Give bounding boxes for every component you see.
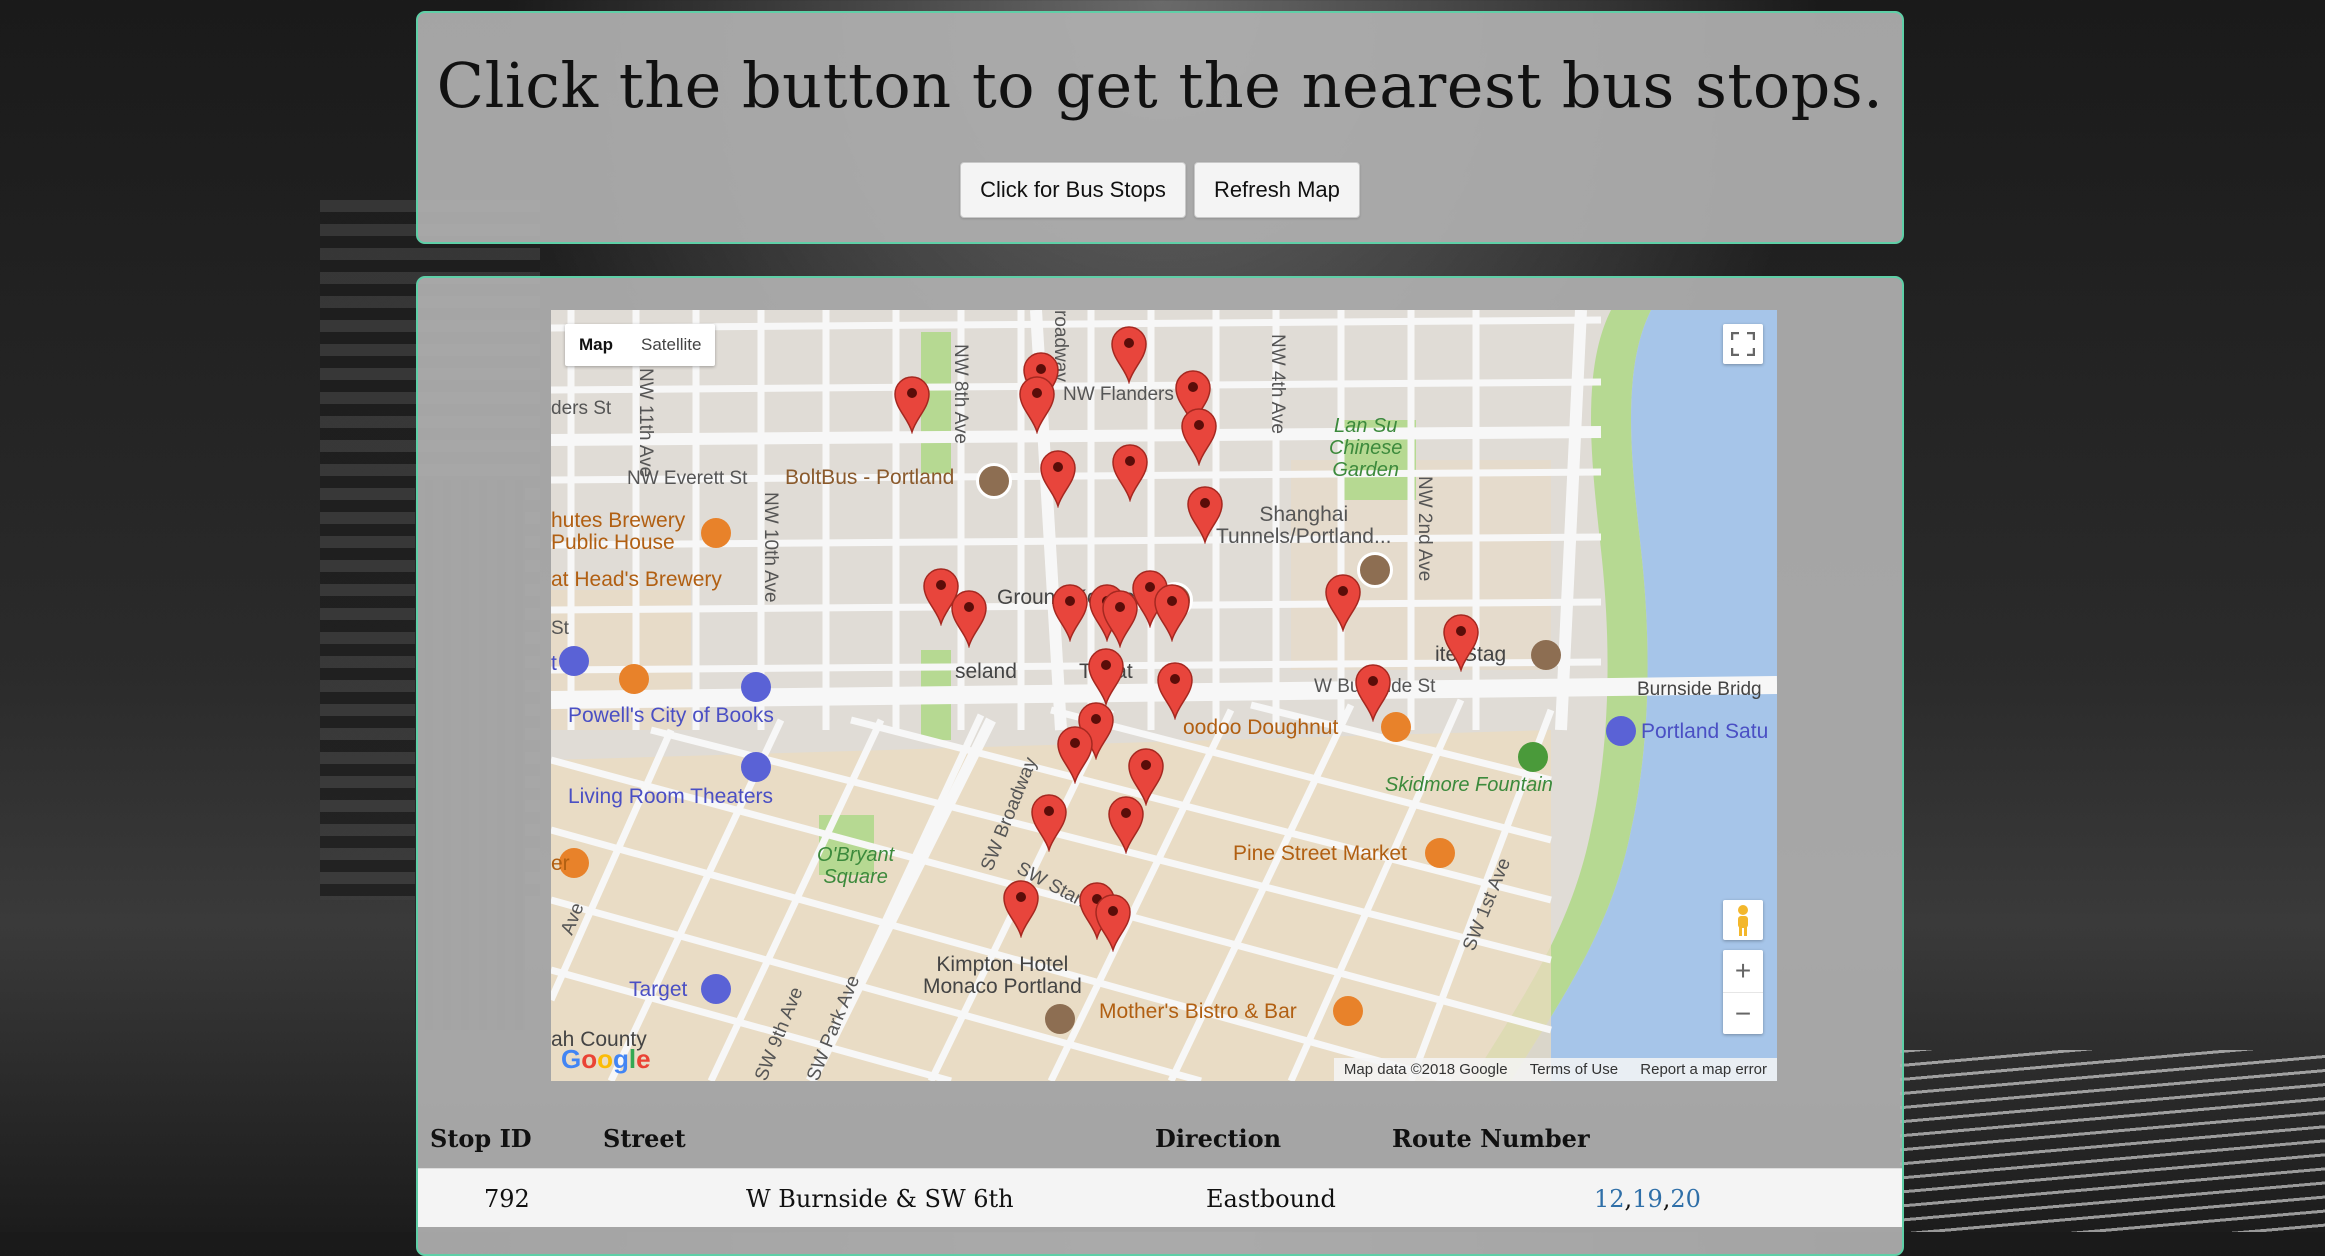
pegman-icon xyxy=(1738,905,1748,936)
place-label-shanghai[interactable]: Shanghai Tunnels/Portland... xyxy=(1216,504,1392,548)
bus-stop-marker[interactable] xyxy=(1039,448,1077,512)
cell-direction: Eastbound xyxy=(1206,1185,1336,1213)
place-label-deschutes[interactable]: hutes Brewery Public House xyxy=(551,510,685,554)
street-label: NW 2nd Ave xyxy=(1414,476,1435,582)
bus-stop-marker[interactable] xyxy=(1156,660,1194,724)
bus-stop-marker[interactable] xyxy=(1186,484,1224,548)
street-label: Burnside Bridg xyxy=(1637,679,1762,700)
map-type-satellite-button[interactable]: Satellite xyxy=(627,324,715,366)
google-logo: Google xyxy=(561,1044,651,1074)
street-label: NW 4th Ave xyxy=(1267,334,1288,434)
place-label-boltbus[interactable]: BoltBus - Portland xyxy=(785,466,954,490)
bus-stop-marker[interactable] xyxy=(1094,892,1132,956)
refresh-map-button[interactable]: Refresh Map xyxy=(1193,162,1360,218)
place-label-er: er xyxy=(551,852,570,875)
fullscreen-icon xyxy=(1731,332,1755,356)
place-label-t: t xyxy=(551,652,557,675)
restaurant-icon xyxy=(1333,996,1363,1026)
place-label-obryant[interactable]: O'Bryant Square xyxy=(817,844,894,888)
poi-icon xyxy=(1357,552,1393,588)
bus-stop-marker[interactable] xyxy=(950,588,988,652)
place-label-skidmore[interactable]: Skidmore Fountain xyxy=(1385,774,1553,797)
poi-icon xyxy=(1531,640,1561,670)
header-direction: Direction xyxy=(1155,1124,1282,1153)
bar-icon xyxy=(701,518,731,548)
poi-icon xyxy=(976,463,1012,499)
cell-routes: 12,19,20 xyxy=(1594,1185,1701,1213)
fullscreen-button[interactable] xyxy=(1723,324,1763,364)
zoom-out-button[interactable]: − xyxy=(1723,992,1763,1035)
zoom-in-button[interactable]: + xyxy=(1723,950,1763,992)
place-label-powells[interactable]: Powell's City of Books xyxy=(568,704,774,728)
button-row: Click for Bus Stops Refresh Map xyxy=(418,162,1902,218)
map-type-map-button[interactable]: Map xyxy=(565,324,627,366)
place-label-target[interactable]: Target xyxy=(629,978,687,1002)
report-error-link[interactable]: Report a map error xyxy=(1640,1061,1767,1078)
place-label-voodoo[interactable]: oodoo Doughnut xyxy=(1183,716,1338,740)
place-label-brewery[interactable]: at Head's Brewery xyxy=(551,568,722,592)
bus-stop-marker[interactable] xyxy=(1018,374,1056,438)
place-label-kimpton[interactable]: Kimpton Hotel Monaco Portland xyxy=(923,954,1082,998)
terms-link[interactable]: Terms of Use xyxy=(1530,1061,1618,1078)
page-title: Click the button to get the nearest bus … xyxy=(436,49,1884,122)
place-label-living-room[interactable]: Living Room Theaters xyxy=(568,785,773,809)
restaurant-icon xyxy=(1425,838,1455,868)
street-label: NW 8th Ave xyxy=(950,344,971,444)
bus-stop-marker[interactable] xyxy=(1324,572,1362,636)
bus-stop-marker[interactable] xyxy=(1153,582,1191,646)
street-label: St xyxy=(551,618,569,639)
place-label-pine-street[interactable]: Pine Street Market xyxy=(1233,842,1407,866)
bus-stop-marker[interactable] xyxy=(1056,724,1094,788)
background-light-trails xyxy=(1900,1050,2325,1232)
bus-stop-marker[interactable] xyxy=(893,374,931,438)
bus-stop-marker[interactable] xyxy=(1180,406,1218,470)
google-map[interactable]: ders St NW Flanders St NW Everett St St … xyxy=(551,310,1777,1081)
map-panel: ders St NW Flanders St NW Everett St St … xyxy=(416,276,1904,1256)
bus-stop-marker[interactable] xyxy=(1030,792,1068,856)
street-label: ders St xyxy=(551,398,612,419)
header-route-number: Route Number xyxy=(1392,1124,1590,1153)
shopping-icon xyxy=(1606,716,1636,746)
shopping-icon xyxy=(741,672,771,702)
hotel-icon xyxy=(1045,1004,1075,1034)
park-icon xyxy=(1518,742,1548,772)
bus-stops-button[interactable]: Click for Bus Stops xyxy=(960,162,1186,218)
theater-icon xyxy=(741,752,771,782)
cell-stop-id: 792 xyxy=(484,1185,530,1213)
shopping-icon xyxy=(701,974,731,1004)
map-attribution: Map data ©2018 Google Terms of Use Repor… xyxy=(1333,1058,1777,1081)
route-link[interactable]: 20 xyxy=(1670,1185,1701,1213)
bus-stops-table: Stop ID Street Direction Route Number 79… xyxy=(418,1114,1902,1227)
map-type-control: Map Satellite xyxy=(565,324,716,366)
bus-stop-marker[interactable] xyxy=(1002,878,1040,942)
header-street: Street xyxy=(603,1124,686,1153)
bus-stop-marker[interactable] xyxy=(1107,794,1145,858)
street-label: NW 10th Ave xyxy=(760,492,781,603)
shopping-icon xyxy=(559,646,589,676)
bus-stop-marker[interactable] xyxy=(1111,442,1149,506)
place-label-roseland[interactable]: seland xyxy=(955,660,1017,684)
street-view-pegman[interactable] xyxy=(1723,900,1763,940)
restaurant-icon xyxy=(619,664,649,694)
bus-stop-marker[interactable] xyxy=(1110,324,1148,388)
zoom-control: + − xyxy=(1723,950,1763,1034)
header-stop-id: Stop ID xyxy=(430,1124,532,1153)
bus-stop-marker[interactable] xyxy=(1442,612,1480,676)
header-panel: Click the button to get the nearest bus … xyxy=(416,11,1904,244)
bus-stop-marker[interactable] xyxy=(1354,662,1392,726)
place-label-lan-su[interactable]: Lan Su Chinese Garden xyxy=(1329,415,1402,481)
place-label-portland-saturday[interactable]: Portland Satu xyxy=(1641,720,1768,744)
table-header: Stop ID Street Direction Route Number xyxy=(418,1114,1902,1168)
street-label: NW 11th Ave xyxy=(635,368,656,478)
bus-stop-marker[interactable] xyxy=(1051,582,1089,646)
map-data-text: Map data ©2018 Google xyxy=(1343,1061,1508,1078)
route-link[interactable]: 19 xyxy=(1632,1185,1663,1213)
table-row: 792 W Burnside & SW 6th Eastbound 12,19,… xyxy=(418,1168,1902,1227)
cell-street: W Burnside & SW 6th xyxy=(746,1185,1014,1213)
route-link[interactable]: 12 xyxy=(1594,1185,1625,1213)
place-label-mothers[interactable]: Mother's Bistro & Bar xyxy=(1099,1000,1297,1024)
